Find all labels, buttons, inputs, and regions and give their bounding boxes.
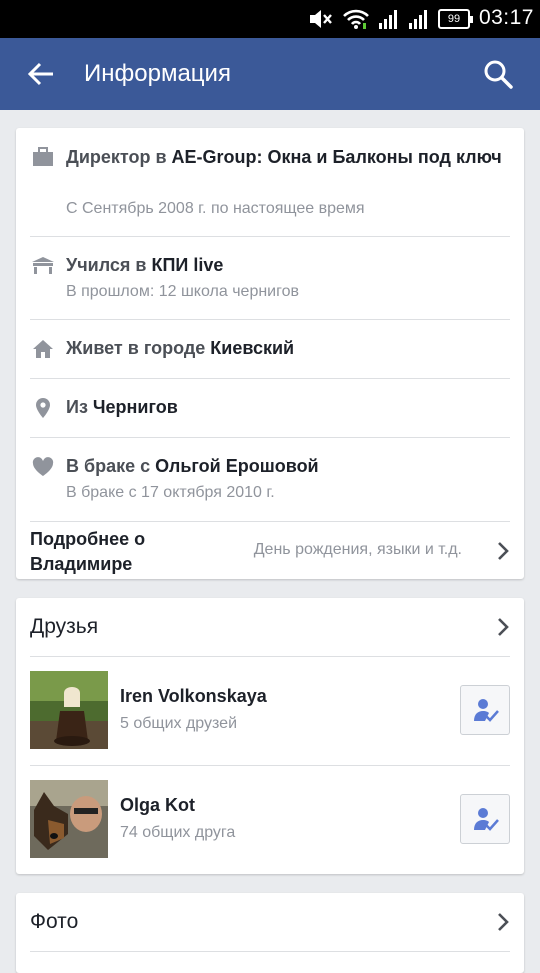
friend-name[interactable]: Iren Volkonskaya bbox=[120, 686, 267, 707]
relationship-prefix: В браке с bbox=[66, 456, 156, 476]
status-bar: 99 03:17 bbox=[0, 0, 540, 38]
friends-card: Друзья Iren Volkonskaya 5 общих друзей O… bbox=[16, 598, 524, 874]
friend-check-icon bbox=[474, 699, 499, 722]
photos-title: Фото bbox=[30, 910, 79, 933]
education-text: Учился в КПИ live bbox=[66, 253, 508, 278]
battery-icon: 99 bbox=[438, 9, 473, 29]
home-icon bbox=[33, 340, 53, 358]
lives-in-prefix: Живет в городе bbox=[66, 338, 211, 358]
wifi-icon bbox=[343, 9, 369, 29]
battery-level: 99 bbox=[447, 13, 461, 25]
hometown-city[interactable]: Чернигов bbox=[93, 397, 178, 417]
work-employer[interactable]: AE-Group: Окна и Балконы под ключ bbox=[172, 147, 502, 167]
arrow-left-icon[interactable] bbox=[26, 59, 56, 89]
divider bbox=[30, 951, 510, 952]
work-period: С Сентябрь 2008 г. по настоящее время bbox=[66, 200, 365, 217]
friend-item[interactable]: Olga Kot 74 общих друга bbox=[16, 766, 524, 874]
status-icons bbox=[308, 7, 430, 31]
hometown-row[interactable]: Из Чернигов bbox=[16, 379, 524, 437]
friend-mutual-count: 5 общих друзей bbox=[120, 715, 237, 732]
photos-card: Фото bbox=[16, 893, 524, 973]
hometown-text: Из Чернигов bbox=[66, 395, 508, 420]
photos-header[interactable]: Фото bbox=[16, 893, 524, 951]
school-icon bbox=[32, 257, 54, 274]
education-school[interactable]: КПИ live bbox=[152, 255, 224, 275]
work-row[interactable]: Директор в AE-Group: Окна и Балконы под … bbox=[16, 128, 524, 236]
lives-in-row[interactable]: Живет в городе Киевский bbox=[16, 320, 524, 378]
relationship-row[interactable]: В браке с Ольгой Ерошовой В браке с 17 о… bbox=[16, 438, 524, 520]
chevron-right-icon bbox=[498, 542, 509, 560]
search-icon[interactable] bbox=[482, 58, 514, 90]
page-title: Информация bbox=[84, 60, 231, 87]
more-about-label: Подробнее о Владимире bbox=[30, 529, 146, 574]
more-about-detail: День рождения, языки и т.д. bbox=[253, 541, 462, 558]
more-about-row[interactable]: Подробнее о Владимире День рождения, язы… bbox=[16, 522, 524, 579]
friends-title: Друзья bbox=[30, 615, 99, 638]
chevron-right-icon bbox=[498, 618, 509, 636]
lives-in-text: Живет в городе Киевский bbox=[66, 336, 508, 361]
signal-icon bbox=[409, 10, 427, 29]
signal-icon bbox=[379, 10, 397, 29]
app-bar: Информация bbox=[0, 38, 540, 110]
clock: 03:17 bbox=[478, 6, 534, 29]
mute-icon bbox=[310, 10, 332, 28]
relationship-partner[interactable]: Ольгой Ерошовой bbox=[155, 456, 318, 476]
briefcase-icon bbox=[33, 147, 53, 166]
friend-check-icon bbox=[474, 808, 499, 831]
lives-in-city[interactable]: Киевский bbox=[210, 338, 294, 358]
friend-avatar[interactable] bbox=[30, 780, 108, 858]
chevron-right-icon bbox=[498, 913, 509, 931]
friend-avatar[interactable] bbox=[30, 671, 108, 749]
relationship-since: В браке с 17 октября 2010 г. bbox=[66, 484, 275, 501]
hometown-prefix: Из bbox=[66, 397, 93, 417]
about-card: Директор в AE-Group: Окна и Балконы под … bbox=[16, 128, 524, 579]
friend-status-button[interactable] bbox=[460, 794, 510, 844]
friend-name[interactable]: Olga Kot bbox=[120, 795, 195, 816]
education-row[interactable]: Учился в КПИ live В прошлом: 12 школа че… bbox=[16, 237, 524, 319]
work-text: Директор в AE-Group: Окна и Балконы под … bbox=[66, 145, 508, 170]
education-prefix: Учился в bbox=[66, 255, 152, 275]
education-past: В прошлом: 12 школа чернигов bbox=[66, 283, 299, 300]
friend-status-button[interactable] bbox=[460, 685, 510, 735]
friend-mutual-count: 74 общих друга bbox=[120, 824, 236, 841]
friends-header[interactable]: Друзья bbox=[16, 598, 524, 656]
heart-icon bbox=[32, 457, 54, 476]
location-pin-icon bbox=[36, 398, 50, 418]
work-prefix: Директор в bbox=[66, 147, 172, 167]
friend-item[interactable]: Iren Volkonskaya 5 общих друзей bbox=[16, 657, 524, 765]
relationship-text: В браке с Ольгой Ерошовой bbox=[66, 454, 508, 479]
